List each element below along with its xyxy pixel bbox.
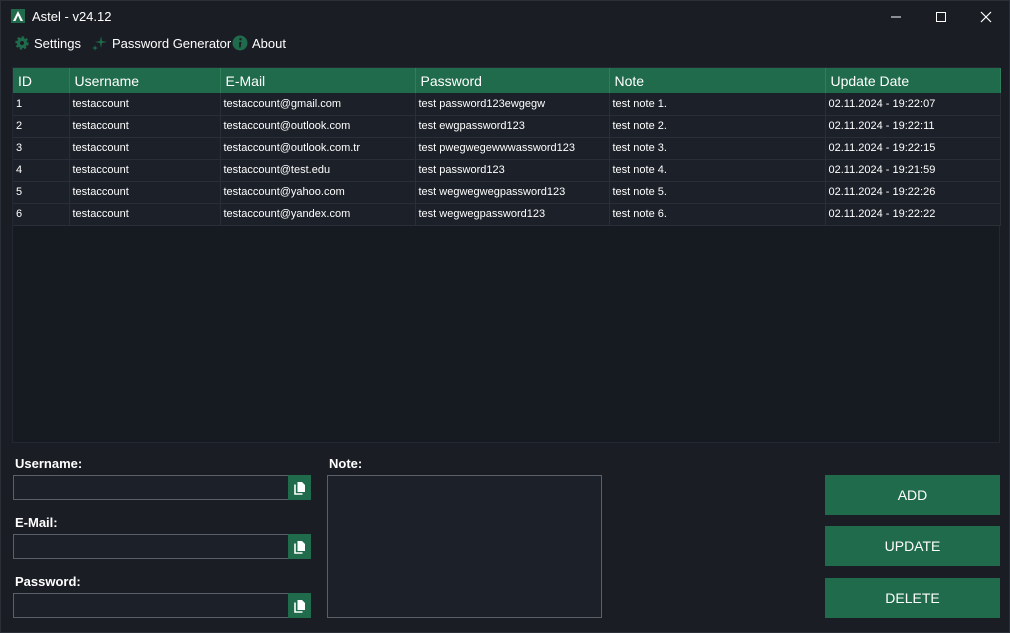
cell-id: 4 bbox=[13, 159, 70, 182]
cell-update-date: 02.11.2024 - 19:22:22 bbox=[825, 203, 1001, 226]
cell-id: 5 bbox=[13, 181, 70, 204]
minimize-button[interactable] bbox=[873, 1, 919, 32]
cell-email: testaccount@yahoo.com bbox=[220, 181, 416, 204]
note-textarea[interactable] bbox=[327, 475, 602, 618]
table-row[interactable]: 4 testaccount testaccount@test.edu test … bbox=[13, 159, 1001, 182]
cell-email: testaccount@yandex.com bbox=[220, 203, 416, 226]
cell-note: test note 5. bbox=[609, 181, 826, 204]
cell-note: test note 1. bbox=[609, 93, 826, 116]
cell-id: 2 bbox=[13, 115, 70, 138]
menu-bar: Settings Password Generator About bbox=[1, 32, 1009, 56]
table-row[interactable]: 6 testaccount testaccount@yandex.com tes… bbox=[13, 203, 1001, 226]
close-icon bbox=[980, 11, 992, 22]
column-header-email[interactable]: E-Mail bbox=[220, 68, 416, 93]
cell-username: testaccount bbox=[69, 203, 221, 226]
email-label: E-Mail: bbox=[15, 515, 58, 530]
cell-username: testaccount bbox=[69, 159, 221, 182]
menu-about-label: About bbox=[252, 35, 286, 51]
username-label: Username: bbox=[15, 456, 83, 471]
minimize-icon bbox=[891, 16, 901, 17]
table-row[interactable]: 3 testaccount testaccount@outlook.com.tr… bbox=[13, 137, 1001, 160]
copy-icon bbox=[293, 540, 305, 554]
cell-id: 1 bbox=[13, 93, 70, 116]
menu-settings-label: Settings bbox=[34, 35, 81, 51]
close-button[interactable] bbox=[963, 1, 1009, 32]
cell-id: 3 bbox=[13, 137, 70, 160]
title-bar[interactable]: Astel - v24.12 bbox=[1, 1, 1009, 32]
maximize-icon bbox=[936, 11, 946, 22]
table-header-row: ID Username E-Mail Password Note Update … bbox=[13, 68, 1001, 93]
gear-icon bbox=[15, 36, 29, 50]
cell-update-date: 02.11.2024 - 19:22:15 bbox=[825, 137, 1001, 160]
cell-username: testaccount bbox=[69, 115, 221, 138]
cell-email: testaccount@gmail.com bbox=[220, 93, 416, 116]
copy-password-button[interactable] bbox=[288, 593, 311, 618]
cell-note: test note 4. bbox=[609, 159, 826, 182]
note-label: Note: bbox=[329, 456, 363, 471]
menu-settings[interactable]: Settings bbox=[14, 35, 81, 51]
cell-email: testaccount@outlook.com.tr bbox=[220, 137, 416, 160]
column-header-username[interactable]: Username bbox=[69, 68, 221, 93]
table-row[interactable]: 5 testaccount testaccount@yahoo.com test… bbox=[13, 181, 1001, 204]
cell-password: test wegwegwegpassword123 bbox=[415, 181, 610, 204]
cell-password: test password123 bbox=[415, 159, 610, 182]
cell-note: test note 3. bbox=[609, 137, 826, 160]
sparkle-icon bbox=[92, 36, 107, 51]
cell-note: test note 6. bbox=[609, 203, 826, 226]
info-icon bbox=[232, 35, 248, 51]
table-row[interactable]: 1 testaccount testaccount@gmail.com test… bbox=[13, 93, 1001, 116]
column-header-update-date[interactable]: Update Date bbox=[825, 68, 1001, 93]
copy-username-button[interactable] bbox=[288, 475, 311, 500]
copy-icon bbox=[293, 481, 305, 495]
delete-button[interactable]: DELETE bbox=[825, 578, 1000, 618]
menu-about[interactable]: About bbox=[232, 35, 286, 51]
menu-password-generator-label: Password Generator bbox=[112, 35, 232, 51]
cell-update-date: 02.11.2024 - 19:22:26 bbox=[825, 181, 1001, 204]
cell-email: testaccount@test.edu bbox=[220, 159, 416, 182]
column-header-note[interactable]: Note bbox=[609, 68, 826, 93]
password-label: Password: bbox=[15, 574, 81, 589]
username-input[interactable] bbox=[13, 475, 289, 500]
cell-update-date: 02.11.2024 - 19:22:11 bbox=[825, 115, 1001, 138]
cell-id: 6 bbox=[13, 203, 70, 226]
copy-email-button[interactable] bbox=[288, 534, 311, 559]
cell-update-date: 02.11.2024 - 19:21:59 bbox=[825, 159, 1001, 182]
table-row[interactable]: 2 testaccount testaccount@outlook.com te… bbox=[13, 115, 1001, 138]
menu-password-generator[interactable]: Password Generator bbox=[92, 35, 231, 51]
update-button[interactable]: UPDATE bbox=[825, 526, 1000, 566]
cell-username: testaccount bbox=[69, 137, 221, 160]
column-header-id[interactable]: ID bbox=[13, 68, 70, 93]
cell-username: testaccount bbox=[69, 181, 221, 204]
cell-password: test ewgpassword123 bbox=[415, 115, 610, 138]
cell-username: testaccount bbox=[69, 93, 221, 116]
email-input[interactable] bbox=[13, 534, 289, 559]
accounts-table[interactable]: ID Username E-Mail Password Note Update … bbox=[12, 67, 1001, 443]
cell-note: test note 2. bbox=[609, 115, 826, 138]
add-button[interactable]: ADD bbox=[825, 475, 1000, 515]
column-header-password[interactable]: Password bbox=[415, 68, 610, 93]
cell-password: test password123ewgegw bbox=[415, 93, 610, 116]
password-input[interactable] bbox=[13, 593, 289, 618]
cell-password: test wegwegpassword123 bbox=[415, 203, 610, 226]
maximize-button[interactable] bbox=[918, 1, 964, 32]
app-window: Astel - v24.12 Settings Password Generat… bbox=[0, 0, 1010, 633]
copy-icon bbox=[293, 599, 305, 613]
cell-password: test pwegwegewwwassword123 bbox=[415, 137, 610, 160]
cell-email: testaccount@outlook.com bbox=[220, 115, 416, 138]
cell-update-date: 02.11.2024 - 19:22:07 bbox=[825, 93, 1001, 116]
astel-logo-icon bbox=[11, 9, 25, 23]
window-title: Astel - v24.12 bbox=[32, 9, 112, 24]
